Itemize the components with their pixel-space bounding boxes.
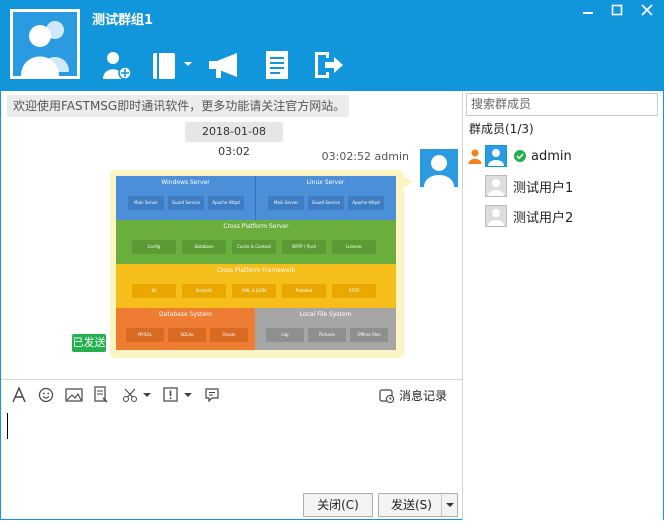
member-name: 测试用户1 [513,180,574,196]
chat-window: 测试群组1 欢迎使用FASTMSG即时通讯软件，更多功能请关注官方网站。 201… [0,0,664,520]
welcome-notice: 欢迎使用FASTMSG即时通讯软件，更多功能请关注官方网站。 [7,95,349,117]
alert-icon[interactable] [163,386,193,404]
sender-avatar[interactable] [420,149,458,187]
send-options-dropdown[interactable] [441,494,457,516]
window-title: 测试群组1 [92,13,154,28]
db-item: SQLite [180,332,194,337]
member-item[interactable]: 测试用户2 [485,203,664,229]
chevron-down-icon [446,503,454,507]
ls-item: Guard Service [311,200,341,205]
exit-icon[interactable] [311,49,345,81]
fs-item: Pictures [319,332,335,337]
cross-framework-label: Cross Platform Framework [216,267,296,274]
member-avatar [485,175,507,197]
owner-icon [468,149,482,164]
online-status-icon [514,150,526,162]
ws-item: Main Server [134,200,158,205]
db-item: MYSQL [138,332,152,337]
user-icon [488,209,504,226]
message-timestamp: 2018-01-08 03:02 [185,122,283,158]
emoji-icon[interactable] [38,386,54,404]
message-sender-time: 03:02:52 admin [321,150,409,163]
user-icon [424,155,454,187]
cs-item: Database [194,244,214,249]
maximize-icon[interactable] [605,3,629,21]
add-member-icon[interactable] [101,49,133,81]
member-name: 测试用户2 [513,210,574,226]
document-icon[interactable] [263,49,293,81]
user-icon [488,149,504,166]
group-avatar[interactable] [10,9,80,79]
history-icon [379,388,395,403]
database-system-label: Database System [159,311,212,318]
sent-status-badge: 已发送 [72,334,106,352]
send-button[interactable]: 发送(S) [378,493,458,517]
chat-pane: 欢迎使用FASTMSG即时通讯软件，更多功能请关注官方网站。 2018-01-0… [1,91,463,520]
windows-server-label: Windows Server [161,179,210,186]
group-user-icon [21,21,69,76]
scissors-icon[interactable] [122,386,152,404]
broadcast-icon[interactable] [207,49,243,81]
fs-item: Offline Files [357,332,381,337]
ws-item: Guard Service [171,200,201,205]
editor-toolbar: 消息记录 [1,379,463,409]
close-icon[interactable] [635,3,659,21]
member-avatar [485,205,507,227]
cs-item: Cache & Context [237,244,271,249]
history-label: 消息记录 [398,389,447,403]
message-input[interactable] [1,409,463,488]
db-item: Oracle [222,332,236,337]
local-file-system-label: Local File System [299,311,352,318]
cf-item: XSTP [348,288,360,293]
ls-item: Main Server [274,200,298,205]
member-search-input[interactable]: 搜索群成员 [466,93,658,116]
text-caret [7,413,8,439]
user-icon [488,179,504,196]
ls-item: Apache Httpd [352,200,380,205]
member-count: 群成员(1/3) [469,122,534,136]
cf-item: XML & JSON [242,288,266,293]
cf-item: Protobuf [295,288,313,293]
cs-item: Config [147,244,161,249]
window-header: 测试群组1 [1,1,663,91]
member-avatar [485,145,507,167]
message-bubble[interactable]: Windows Server Linux Server Main Server … [110,170,413,358]
architecture-image[interactable]: Windows Server Linux Server Main Server … [116,176,396,350]
linux-server-label: Linux Server [306,179,345,186]
cf-item: IO [151,288,157,293]
message-history-button[interactable]: 消息记录 [379,387,447,404]
notebook-icon[interactable] [151,49,193,81]
send-label: 发送(S) [391,498,432,512]
cf-item: Sock(AI) [195,288,213,293]
file-icon[interactable] [93,386,109,404]
cross-server-label: Cross Platform Server [223,223,289,230]
image-icon[interactable] [65,386,83,404]
close-button[interactable]: 关闭(C) [303,493,373,517]
fs-item: Log [281,332,289,337]
bubble-icon[interactable] [204,386,220,404]
member-item[interactable]: 测试用户1 [485,173,664,199]
member-name: admin [531,148,572,164]
font-icon[interactable] [11,386,27,404]
ws-item: Apache Httpd [212,200,240,205]
minimize-icon[interactable] [576,3,600,21]
cs-item: SMTP / Push [291,244,317,249]
member-item[interactable]: admin [467,143,655,169]
members-pane: 搜索群成员 群成员(1/3) admin 测试用户1 测试用户2 [463,91,663,520]
cs-item: Listener [345,244,363,249]
